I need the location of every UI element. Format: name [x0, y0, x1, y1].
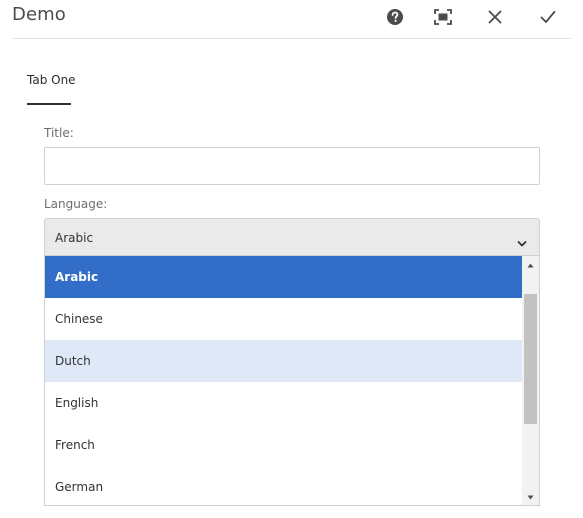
tab-active-indicator: [27, 103, 71, 105]
language-option[interactable]: French: [45, 424, 523, 466]
checkmark-icon: [540, 10, 556, 24]
option-label: Chinese: [55, 312, 103, 326]
language-dropdown-list: Arabic Chinese Dutch English French Germ…: [44, 256, 540, 506]
help-icon: [386, 8, 404, 26]
scroll-up-arrow-icon[interactable]: [522, 258, 539, 272]
close-icon: [488, 10, 502, 24]
option-label: Arabic: [55, 270, 99, 284]
language-option[interactable]: English: [45, 382, 523, 424]
fullscreen-button[interactable]: [430, 4, 456, 30]
language-option[interactable]: Arabic: [45, 256, 523, 298]
help-button[interactable]: [382, 4, 408, 30]
header-divider: [12, 38, 571, 39]
dropdown-scrollbar[interactable]: [522, 256, 539, 505]
option-label: German: [55, 480, 104, 494]
title-label: Title:: [44, 126, 74, 140]
language-select[interactable]: Arabic: [44, 218, 540, 256]
scroll-down-arrow-icon[interactable]: [522, 490, 539, 504]
language-option[interactable]: German: [45, 466, 523, 505]
done-button[interactable]: [535, 4, 561, 30]
language-label: Language:: [44, 197, 108, 211]
option-label: Dutch: [55, 354, 91, 368]
option-label: English: [55, 396, 99, 410]
scrollbar-thumb[interactable]: [524, 294, 537, 424]
fullscreen-icon: [434, 9, 452, 25]
language-option[interactable]: Chinese: [45, 298, 523, 340]
option-label: French: [55, 438, 95, 452]
language-select-value: Arabic: [55, 231, 94, 245]
tab-one[interactable]: Tab One: [27, 73, 76, 87]
dialog-title: Demo: [12, 4, 66, 25]
dialog-header: Demo: [0, 0, 583, 40]
chevron-down-icon: [517, 233, 527, 252]
language-option[interactable]: Dutch: [45, 340, 523, 382]
close-button[interactable]: [482, 4, 508, 30]
title-input[interactable]: [44, 147, 540, 185]
